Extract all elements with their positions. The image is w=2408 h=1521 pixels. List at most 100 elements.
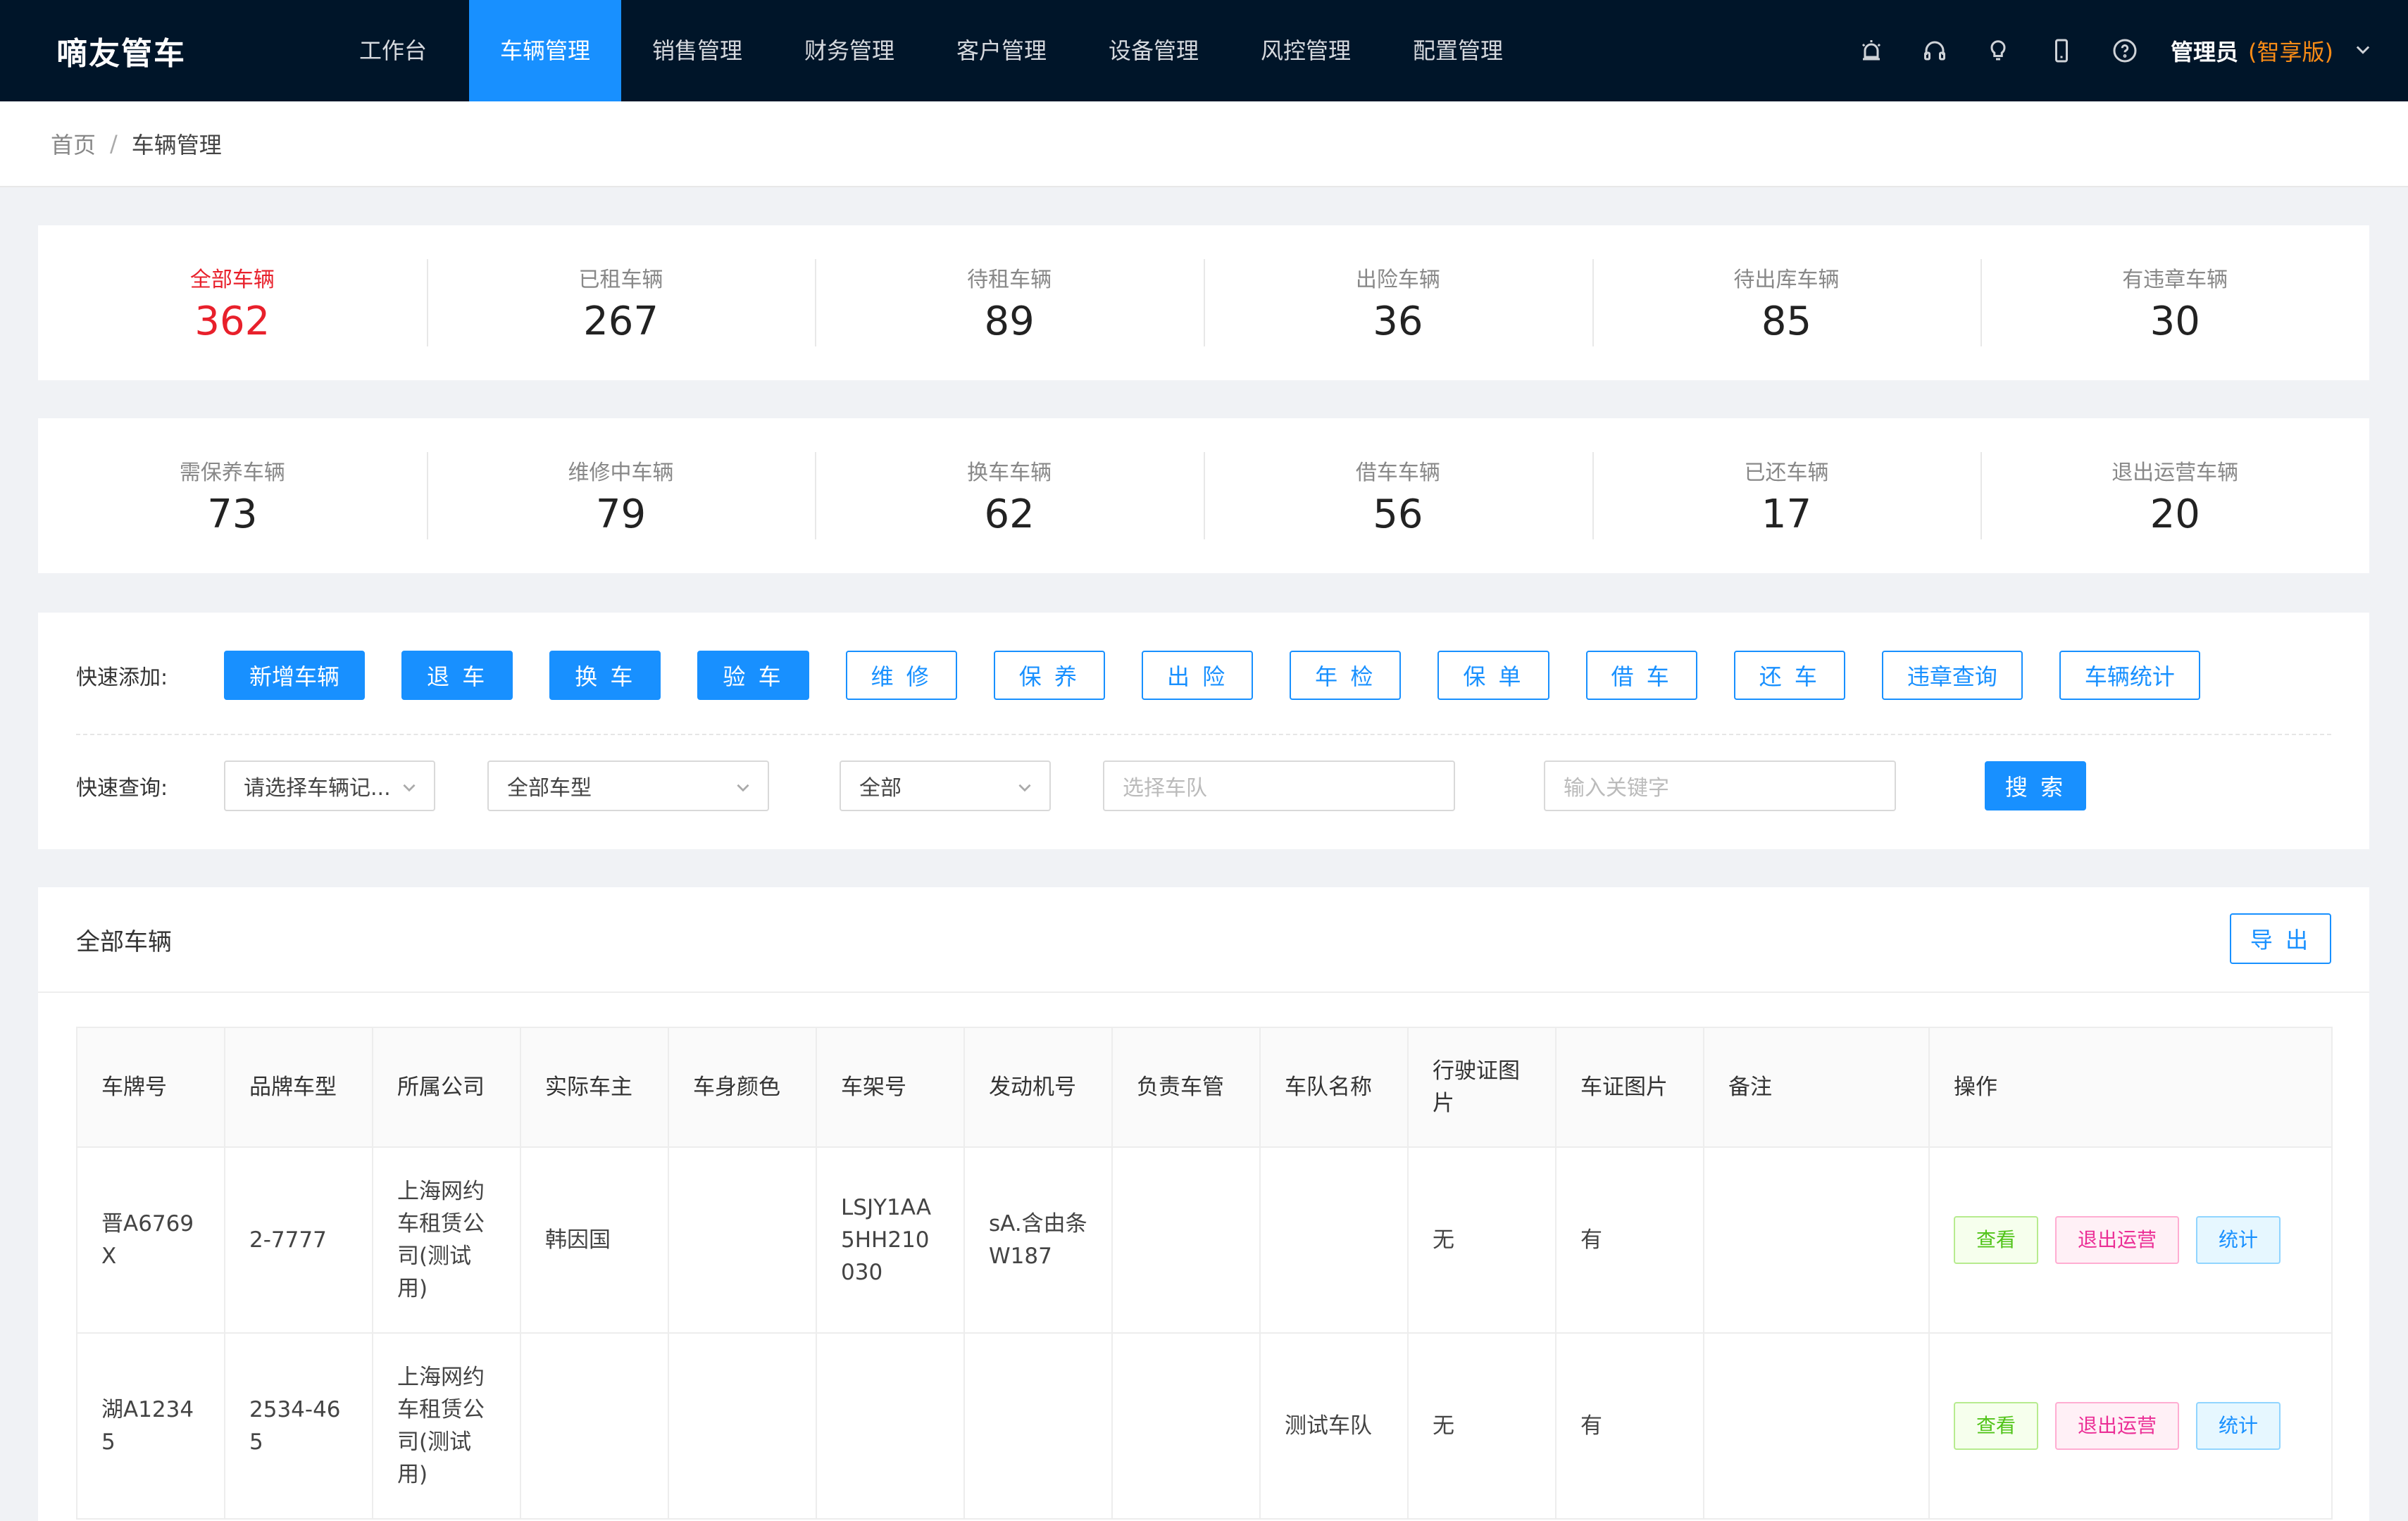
stat-value: 56 bbox=[1373, 491, 1423, 537]
stat-repairing-vehicles[interactable]: 维修中车辆 79 bbox=[426, 452, 816, 539]
status-select[interactable]: 全部 bbox=[840, 760, 1051, 811]
cell-manager bbox=[1111, 1146, 1261, 1334]
retire-button[interactable]: 退出运营 bbox=[2055, 1216, 2180, 1264]
cell-company: 上海网约车租赁公司(测试用) bbox=[372, 1146, 521, 1334]
insurance-policy-button[interactable]: 保 单 bbox=[1437, 651, 1549, 700]
repair-button[interactable]: 维 修 bbox=[845, 651, 957, 700]
view-button[interactable]: 查看 bbox=[1954, 1402, 2039, 1450]
chevron-down-icon bbox=[400, 777, 418, 802]
vehicle-stats-button[interactable]: 车辆统计 bbox=[2059, 651, 2200, 700]
add-vehicle-button[interactable]: 新增车辆 bbox=[224, 651, 366, 700]
vehicle-table: 车牌号 品牌车型 所属公司 实际车主 车身颜色 车架号 发动机号 负责车管 车队… bbox=[76, 1027, 2333, 1520]
stat-rented-vehicles[interactable]: 已租车辆 267 bbox=[426, 259, 816, 346]
stats-button[interactable]: 统计 bbox=[2196, 1402, 2281, 1450]
table-panel-header: 全部车辆 导 出 bbox=[38, 887, 2369, 993]
retire-button[interactable]: 退出运营 bbox=[2055, 1402, 2180, 1450]
stat-value: 267 bbox=[583, 298, 659, 344]
breadcrumb-home[interactable]: 首页 bbox=[51, 127, 96, 160]
search-button[interactable]: 搜 索 bbox=[1985, 761, 2086, 810]
borrow-vehicle-button[interactable]: 借 车 bbox=[1585, 651, 1697, 700]
return-vehicle-button[interactable]: 退 车 bbox=[401, 651, 513, 700]
col-license-image: 行驶证图片 bbox=[1407, 1027, 1557, 1148]
col-actions: 操作 bbox=[1928, 1027, 2333, 1148]
stat-swap-vehicles[interactable]: 换车车辆 62 bbox=[815, 452, 1204, 539]
stat-value: 62 bbox=[984, 491, 1035, 537]
stat-pending-outbound-vehicles[interactable]: 待出库车辆 85 bbox=[1592, 259, 1981, 346]
export-button[interactable]: 导 出 bbox=[2230, 913, 2331, 964]
violation-query-button[interactable]: 违章查询 bbox=[1881, 651, 2023, 700]
table-row: 晋A6769X 2-7777 上海网约车租赁公司(测试用) 韩因国 LSJY1A… bbox=[76, 1146, 2333, 1334]
help-icon[interactable] bbox=[2093, 0, 2157, 101]
maintenance-button[interactable]: 保 养 bbox=[993, 651, 1105, 700]
stat-returned-vehicles[interactable]: 已还车辆 17 bbox=[1592, 452, 1981, 539]
cell-owner: 韩因国 bbox=[520, 1146, 669, 1334]
stat-all-vehicles[interactable]: 全部车辆 362 bbox=[38, 259, 427, 346]
stat-label: 有违章车辆 bbox=[2122, 267, 2228, 292]
record-select[interactable]: 请选择车辆记... bbox=[224, 760, 435, 811]
chevron-down-icon[interactable] bbox=[2353, 39, 2373, 62]
inspect-vehicle-button[interactable]: 验 车 bbox=[697, 651, 809, 700]
col-engine: 发动机号 bbox=[963, 1027, 1113, 1148]
stats-button[interactable]: 统计 bbox=[2196, 1216, 2281, 1264]
status-select-value: 全部 bbox=[859, 776, 902, 801]
cell-color bbox=[668, 1332, 817, 1520]
stat-value: 362 bbox=[194, 298, 270, 344]
stat-available-vehicles[interactable]: 待租车辆 89 bbox=[815, 259, 1204, 346]
col-cert-image: 车证图片 bbox=[1555, 1027, 1704, 1148]
cell-engine: sA.含由条W187 bbox=[963, 1146, 1113, 1334]
cell-remark bbox=[1703, 1332, 1930, 1520]
col-company: 所属公司 bbox=[372, 1027, 521, 1148]
swap-vehicle-button[interactable]: 换 车 bbox=[549, 651, 661, 700]
stat-value: 73 bbox=[207, 491, 258, 537]
nav-item-device[interactable]: 设备管理 bbox=[1078, 0, 1230, 101]
stat-label: 已租车辆 bbox=[578, 267, 663, 292]
stat-value: 85 bbox=[1761, 298, 1812, 344]
headset-icon[interactable] bbox=[1903, 0, 1966, 101]
stat-label: 借车车辆 bbox=[1355, 460, 1440, 485]
divider bbox=[76, 734, 2331, 735]
breadcrumb: 首页 / 车辆管理 bbox=[0, 101, 2408, 187]
nav-item-vehicle[interactable]: 车辆管理 bbox=[469, 0, 621, 101]
keyword-input[interactable]: 输入关键字 bbox=[1544, 760, 1896, 811]
col-owner: 实际车主 bbox=[520, 1027, 669, 1148]
vehicle-type-select-value: 全部车型 bbox=[507, 776, 592, 801]
nav-item-workbench[interactable]: 工作台 bbox=[317, 0, 469, 101]
cell-owner bbox=[520, 1332, 669, 1520]
stat-borrowed-vehicles[interactable]: 借车车辆 56 bbox=[1204, 452, 1592, 539]
stat-value: 36 bbox=[1373, 298, 1423, 344]
nav-item-config[interactable]: 配置管理 bbox=[1382, 0, 1534, 101]
view-button[interactable]: 查看 bbox=[1954, 1216, 2039, 1264]
cell-engine bbox=[963, 1332, 1113, 1520]
nav-item-risk[interactable]: 风控管理 bbox=[1230, 0, 1382, 101]
give-back-vehicle-button[interactable]: 还 车 bbox=[1733, 651, 1845, 700]
stat-value: 89 bbox=[984, 298, 1035, 344]
stats-row-2: 需保养车辆 73 维修中车辆 79 换车车辆 62 借车车辆 56 已还车辆 1… bbox=[38, 418, 2369, 573]
chevron-down-icon bbox=[1016, 777, 1034, 802]
user-menu[interactable]: 管理员 (智享版) bbox=[2171, 35, 2373, 67]
user-edition: (智享版) bbox=[2248, 39, 2333, 65]
vehicle-type-select[interactable]: 全部车型 bbox=[487, 760, 769, 811]
quick-search-row: 快速查询: 请选择车辆记... 全部车型 全部 选择车队 输入关键字 搜 索 bbox=[76, 760, 2086, 811]
phone-icon[interactable] bbox=[2030, 0, 2093, 101]
app-logo[interactable]: 嘀友管车 bbox=[0, 28, 317, 73]
nav-item-finance[interactable]: 财务管理 bbox=[773, 0, 925, 101]
alarm-icon[interactable] bbox=[1840, 0, 1903, 101]
stat-retired-vehicles[interactable]: 退出运营车辆 20 bbox=[1980, 452, 2369, 539]
stat-maintenance-due-vehicles[interactable]: 需保养车辆 73 bbox=[38, 452, 427, 539]
annual-inspection-button[interactable]: 年 检 bbox=[1290, 651, 1402, 700]
stat-label: 待出库车辆 bbox=[1733, 267, 1840, 292]
fleet-select-input[interactable]: 选择车队 bbox=[1103, 760, 1455, 811]
accident-button[interactable]: 出 险 bbox=[1141, 651, 1254, 700]
quick-add-label: 快速添加: bbox=[76, 665, 168, 690]
nav-item-customer[interactable]: 客户管理 bbox=[925, 0, 1078, 101]
user-name: 管理员 bbox=[2171, 39, 2239, 65]
bulb-icon[interactable] bbox=[1966, 0, 2030, 101]
stat-accident-vehicles[interactable]: 出险车辆 36 bbox=[1204, 259, 1592, 346]
record-select-value: 请选择车辆记... bbox=[244, 776, 391, 801]
col-vin: 车架号 bbox=[816, 1027, 965, 1148]
vehicle-table-panel: 全部车辆 导 出 车牌号 品牌车型 所属公司 实际车主 车身颜色 车架号 发动机… bbox=[38, 887, 2369, 1521]
stat-label: 换车车辆 bbox=[967, 460, 1052, 485]
stat-violation-vehicles[interactable]: 有违章车辆 30 bbox=[1980, 259, 2369, 346]
table-title: 全部车辆 bbox=[76, 927, 172, 956]
nav-item-sales[interactable]: 销售管理 bbox=[621, 0, 773, 101]
